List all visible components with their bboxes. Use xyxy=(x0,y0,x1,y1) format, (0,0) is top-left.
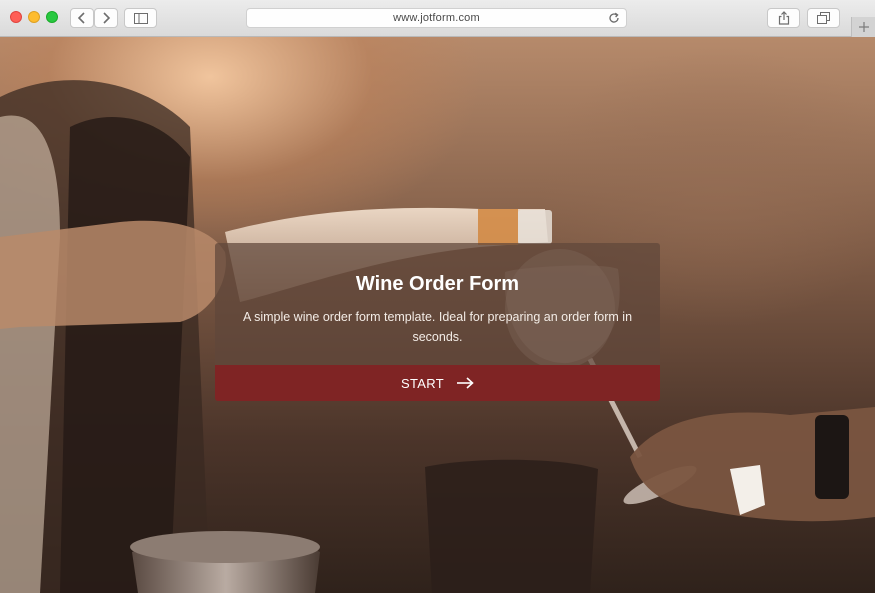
sidebar-icon xyxy=(133,12,148,24)
card-header: Wine Order Form A simple wine order form… xyxy=(215,243,660,365)
chevron-right-icon xyxy=(103,12,111,24)
new-tab-button[interactable] xyxy=(851,17,875,37)
tabs-icon xyxy=(817,12,830,24)
chevron-left-icon xyxy=(77,12,85,24)
forward-button[interactable] xyxy=(94,8,118,28)
share-icon xyxy=(778,11,789,25)
back-button[interactable] xyxy=(70,8,94,28)
minimize-window-button[interactable] xyxy=(28,11,40,23)
address-bar[interactable]: www.jotform.com xyxy=(246,8,627,28)
form-description: A simple wine order form template. Ideal… xyxy=(242,310,633,344)
start-button-label: START xyxy=(401,375,444,391)
arrow-right-icon xyxy=(456,377,474,389)
plus-icon xyxy=(858,22,869,32)
browser-toolbar: www.jotform.com xyxy=(0,0,875,37)
form-title: Wine Order Form xyxy=(355,273,520,295)
url-text: www.jotform.com xyxy=(393,12,480,24)
tabs-overview-button[interactable] xyxy=(807,8,840,28)
sidebar-toggle-button[interactable] xyxy=(124,8,157,28)
background-photo: Wine Order Form A simple wine order form… xyxy=(0,37,875,593)
reload-icon[interactable] xyxy=(608,12,620,24)
share-button[interactable] xyxy=(767,8,800,28)
close-window-button[interactable] xyxy=(10,11,22,23)
form-welcome-card: Wine Order Form A simple wine order form… xyxy=(215,243,660,401)
zoom-window-button[interactable] xyxy=(46,11,58,23)
start-button[interactable]: START xyxy=(215,365,660,401)
